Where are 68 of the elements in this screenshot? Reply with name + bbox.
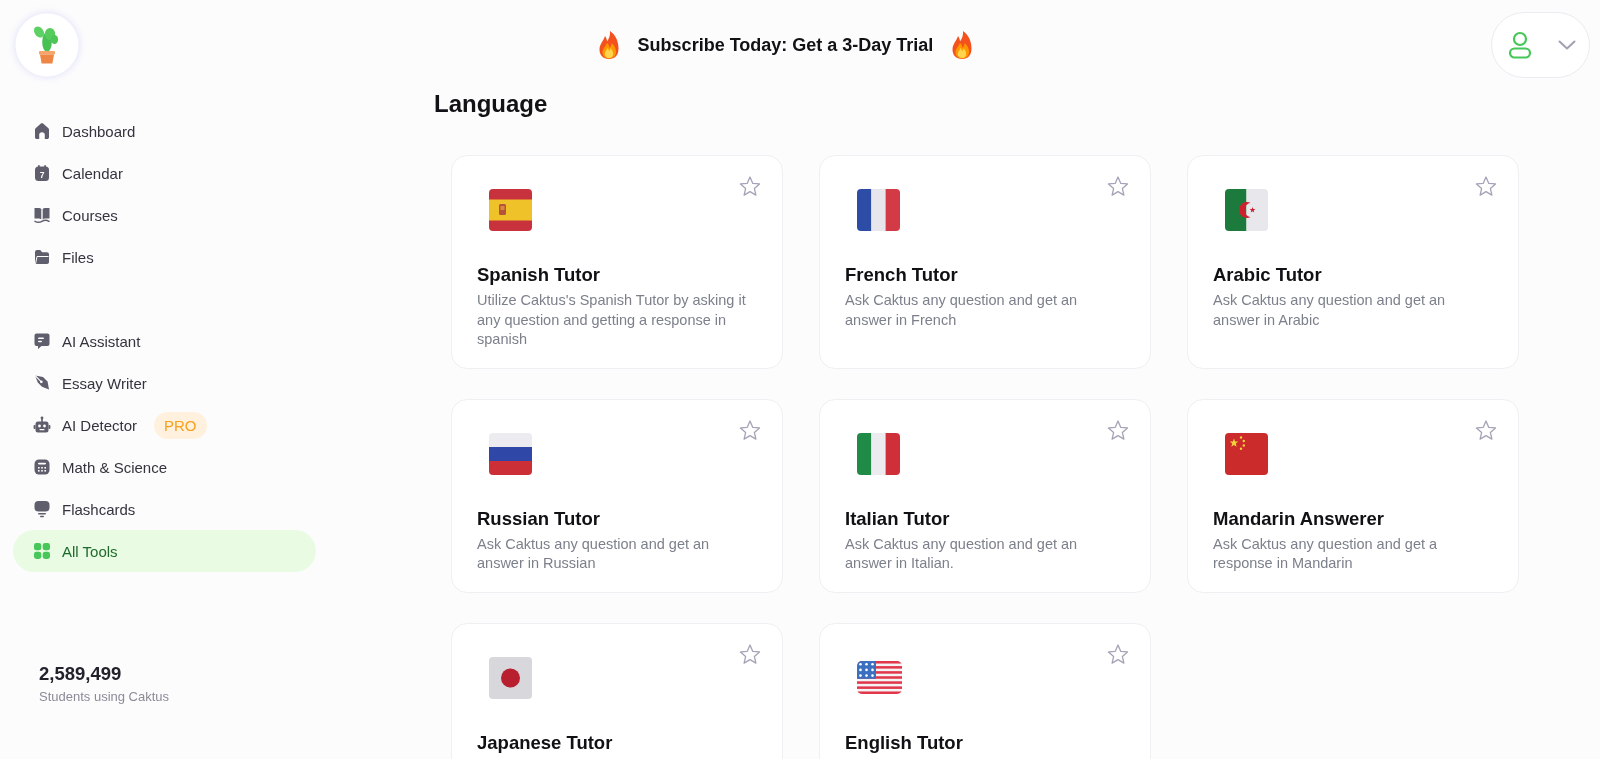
usa-flag-icon: [857, 661, 902, 694]
house-icon: [33, 122, 51, 140]
nav-item[interactable]: Files: [13, 236, 316, 278]
card-description: Ask Caktus any question and get an answer in Italian.: [845, 534, 1079, 573]
star-icon[interactable]: [1107, 176, 1129, 197]
fire-icon: [597, 30, 620, 60]
nav-item[interactable]: Flashcards: [13, 488, 316, 530]
folder-icon: [33, 248, 51, 266]
card-description: Utilize Caktus's Spanish Tutor by asking it any question and getting a response in spanish: [477, 291, 747, 349]
star-icon[interactable]: [1475, 419, 1497, 441]
student-count-caption: Students using Caktus: [39, 689, 171, 704]
card-title: Mandarin Answerer: [1213, 506, 1385, 531]
promo-banner-text: Subscribe Today: Get a 3-Day Trial: [637, 34, 934, 56]
chevron-down-icon: [1558, 40, 1576, 50]
card-title: Italian Tutor: [845, 506, 951, 531]
russia-flag-icon: [489, 432, 532, 475]
card-title: Spanish Tutor: [477, 263, 601, 287]
card-title: Russian Tutor: [477, 506, 601, 531]
nav-item[interactable]: All Tools: [13, 530, 316, 572]
tutor-card[interactable]: Spanish Tutor Utilize Caktus's Spanish Tutor by asking it any question and getting a response in spanish: [451, 155, 783, 369]
card-description: Ask Caktus any question and get an answer in Arabic: [1213, 291, 1447, 330]
pen-nib-icon: [33, 374, 51, 392]
card-description: Ask Caktus any question and get an answer in Russian: [477, 534, 711, 573]
tutor-card[interactable]: Russian Tutor Ask Caktus any question and get an answer in Russian: [451, 398, 783, 593]
tutor-card[interactable]: Italian Tutor Ask Caktus any question and get an answer in Italian.: [819, 398, 1151, 593]
tutor-card[interactable]: English Tutor: [819, 622, 1151, 759]
spain-flag-icon: [489, 189, 532, 231]
user-icon: [1508, 31, 1532, 59]
star-icon[interactable]: [1475, 176, 1497, 197]
nav-item[interactable]: AI Assistant: [13, 320, 316, 362]
tutor-card[interactable]: Japanese Tutor: [451, 622, 783, 759]
nav-item[interactable]: AI Detector PRO: [13, 404, 316, 446]
card-title: Arabic Tutor: [1213, 263, 1323, 287]
card-title: Japanese Tutor: [477, 730, 614, 755]
china-flag-icon: [1225, 432, 1268, 475]
pro-badge: PRO: [154, 411, 207, 439]
star-icon[interactable]: [739, 176, 761, 197]
japan-flag-icon: [489, 656, 532, 699]
star-icon[interactable]: [1107, 643, 1129, 665]
nav-item[interactable]: 7 Calendar: [13, 152, 316, 194]
france-flag-icon: [857, 189, 900, 231]
tutor-card[interactable]: French Tutor Ask Caktus any question and get an answer in French: [819, 155, 1151, 369]
calculator-icon: [33, 458, 51, 476]
card-title: French Tutor: [845, 263, 959, 287]
presentation-board-icon: [33, 500, 51, 518]
italy-flag-icon: [857, 432, 900, 475]
nav-item[interactable]: Essay Writer: [13, 362, 316, 404]
cactus-logo-icon[interactable]: [14, 12, 80, 78]
card-title: English Tutor: [845, 730, 964, 755]
tutor-card[interactable]: Mandarin Answerer Ask Caktus any question and get a response in Mandarin: [1187, 398, 1519, 593]
student-count: 2,589,499: [39, 662, 123, 686]
book-icon: [33, 206, 51, 224]
grid-icon: [33, 542, 51, 560]
card-description: Ask Caktus any question and get a response in Mandarin: [1213, 534, 1439, 573]
section-heading: Language: [434, 90, 549, 118]
chat-icon: [33, 332, 51, 350]
star-icon[interactable]: [739, 643, 761, 665]
nav-item[interactable]: Dashboard: [13, 110, 316, 152]
algeria-flag-icon: [1225, 189, 1268, 231]
star-icon[interactable]: [739, 419, 761, 441]
nav-item[interactable]: Courses: [13, 194, 316, 236]
star-icon[interactable]: [1107, 419, 1129, 441]
nav-item[interactable]: Math & Science: [13, 446, 316, 488]
calendar-icon: 7: [33, 164, 51, 182]
fire-icon: [951, 30, 974, 60]
tutor-card[interactable]: Arabic Tutor Ask Caktus any question and get an answer in Arabic: [1187, 155, 1519, 369]
robot-icon: [33, 416, 51, 434]
card-description: Ask Caktus any question and get an answer in French: [845, 291, 1079, 330]
